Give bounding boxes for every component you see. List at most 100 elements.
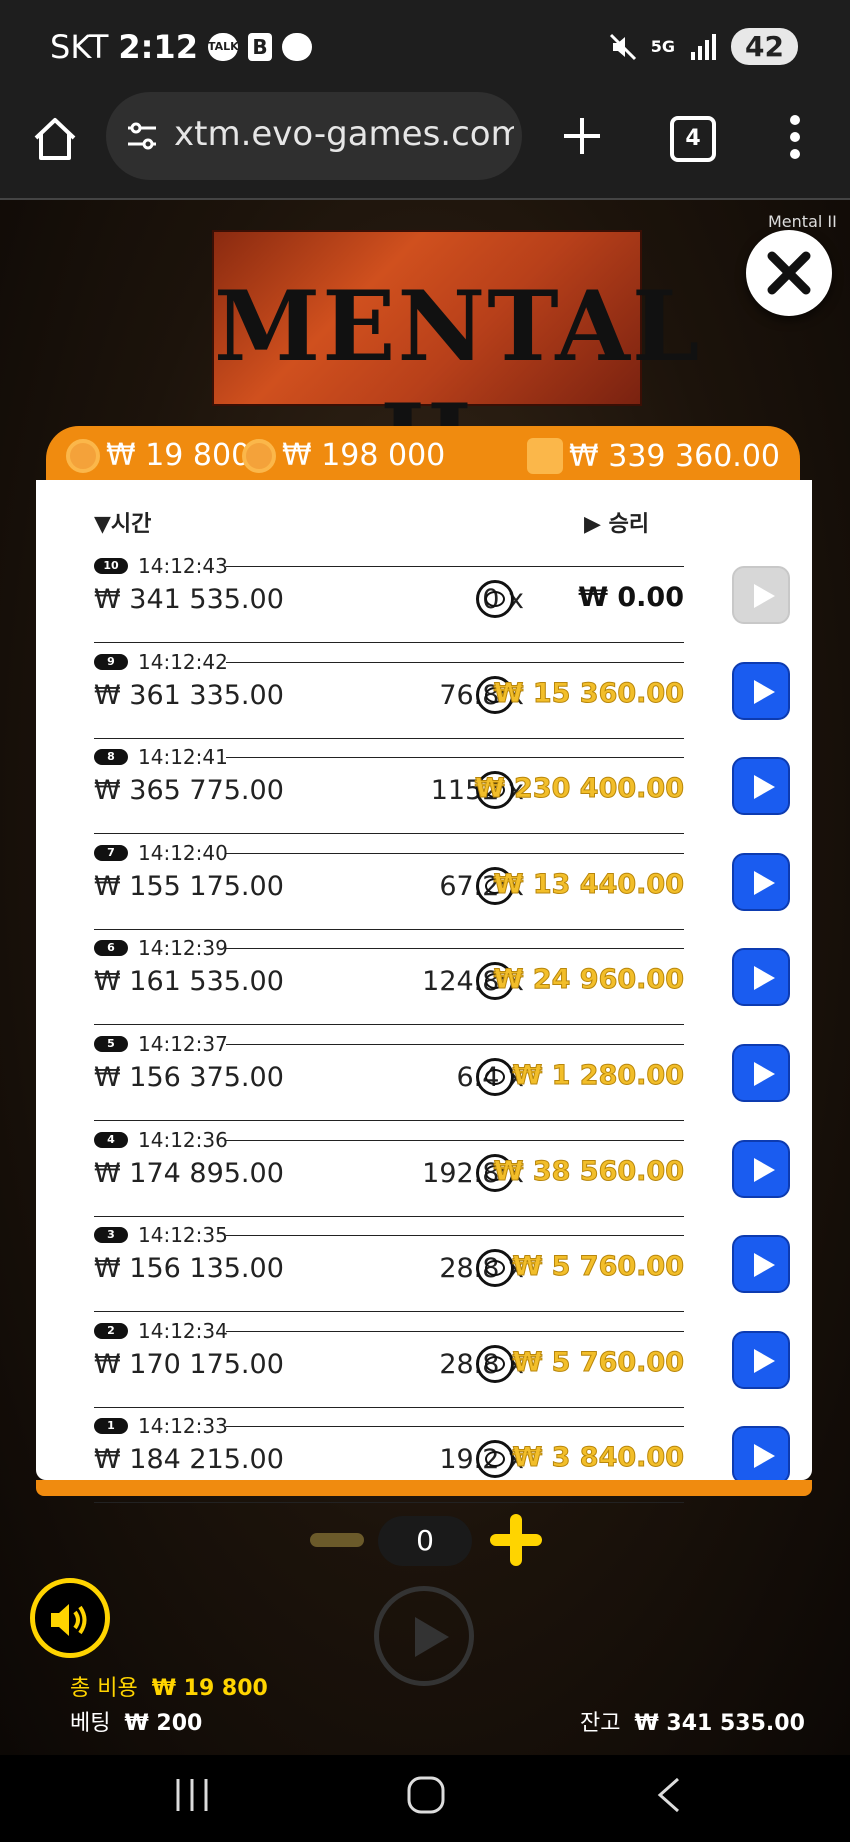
sort-time-header[interactable]: ▼시간 <box>94 506 151 538</box>
round-time: 14:12:39 <box>138 936 228 961</box>
coin-small-label: ₩ 19 800 <box>106 438 251 473</box>
round-time: 14:12:34 <box>138 1318 228 1343</box>
browser-toolbar: xtm.evo-games.com 4 <box>0 92 850 200</box>
pig-icon <box>281 33 312 61</box>
row-separator <box>94 1311 684 1313</box>
replay-button[interactable] <box>732 661 790 720</box>
replay-button[interactable] <box>732 1139 790 1198</box>
play-icon <box>754 1253 775 1278</box>
mute-icon <box>609 33 636 60</box>
row-divider <box>226 1139 684 1141</box>
replay-button[interactable] <box>732 948 790 1007</box>
chip-icon <box>476 580 514 618</box>
row-divider <box>226 1426 684 1428</box>
round-time: 14:12:41 <box>138 745 228 770</box>
round-win: ₩ 230 400.00 <box>474 773 684 805</box>
round-win: ₩ 15 360.00 <box>493 677 684 709</box>
address-bar[interactable]: xtm.evo-games.com <box>106 92 522 180</box>
row-header: 8 14:12:41 <box>94 745 684 770</box>
round-win: ₩ 24 960.00 <box>493 964 684 996</box>
history-row: 10 14:12:43 ₩ 341 535.00 0 x ₩ 0.00 <box>94 554 794 652</box>
round-balance: ₩ 156 375.00 <box>94 1062 284 1093</box>
panel-bottom-bar <box>36 1480 812 1496</box>
coin-big-value: ₩ 198 000 <box>242 438 445 473</box>
round-win: ₩ 3 840.00 <box>512 1442 685 1474</box>
replay-button[interactable] <box>732 1426 790 1485</box>
row-separator <box>94 642 684 643</box>
round-number-badge: 2 <box>94 1322 128 1339</box>
replay-button[interactable] <box>732 852 790 911</box>
row-divider <box>226 1330 684 1332</box>
round-time: 14:12:33 <box>138 1414 228 1439</box>
game-title-overlay: Mental II <box>768 212 837 231</box>
row-header: 9 14:12:42 <box>94 649 684 674</box>
site-settings-icon[interactable] <box>124 118 160 154</box>
time-column-label: 시간 <box>110 512 152 537</box>
history-row: 1 14:12:33 ₩ 184 215.00 19.2 x ₩ 3 840.00 <box>94 1414 794 1512</box>
decrease-bet-button[interactable] <box>310 1533 364 1547</box>
sort-right-icon: ▶ <box>584 512 609 537</box>
play-icon <box>754 966 775 991</box>
replay-button[interactable] <box>732 566 790 624</box>
bet-label: 베팅 <box>70 1711 111 1736</box>
spin-button[interactable] <box>374 1586 474 1686</box>
close-icon <box>767 251 811 295</box>
play-icon <box>415 1617 449 1657</box>
chip-icon <box>476 1058 514 1096</box>
replay-button[interactable] <box>732 1044 790 1102</box>
round-win: ₩ 13 440.00 <box>493 868 684 900</box>
recent-apps-icon[interactable] <box>172 1775 212 1815</box>
round-win: ₩ 1 280.00 <box>512 1060 685 1092</box>
play-icon <box>754 679 775 704</box>
row-separator <box>94 737 684 739</box>
history-row: 4 14:12:36 ₩ 174 895.00 192.8 x ₩ 38 560.00 <box>94 1127 794 1226</box>
url-text[interactable]: xtm.evo-games.com <box>174 114 514 154</box>
replay-button[interactable] <box>732 757 790 816</box>
game-logo: MENTAL II <box>212 230 699 496</box>
sound-toggle-button[interactable] <box>30 1578 110 1658</box>
round-number-badge: 9 <box>94 653 128 670</box>
close-button[interactable] <box>746 230 832 316</box>
row-header: 3 14:12:35 <box>94 1223 684 1248</box>
history-row: 7 14:12:40 ₩ 155 175.00 67.2 x ₩ 13 440.00 <box>94 840 794 939</box>
replay-button[interactable] <box>732 1235 790 1294</box>
more-menu-icon[interactable] <box>780 112 810 162</box>
win-column-label: 승리 <box>608 512 650 537</box>
row-header: 10 14:12:43 <box>94 554 684 578</box>
sort-win-header[interactable]: ▶ 승리 <box>584 506 649 538</box>
home-nav-icon[interactable] <box>406 1775 446 1815</box>
row-header: 2 14:12:34 <box>94 1318 684 1343</box>
header-balance-label: ₩ 339 360.00 <box>569 438 780 474</box>
history-row: 2 14:12:34 ₩ 170 175.00 28.8 x ₩ 5 760.00 <box>94 1318 794 1417</box>
round-time: 14:12:40 <box>138 840 228 865</box>
row-separator <box>94 1120 684 1121</box>
row-separator <box>94 928 684 930</box>
round-balance: ₩ 156 135.00 <box>94 1253 284 1285</box>
status-bar: SKT 2:12 TALK B 5G 42 <box>0 0 850 92</box>
round-time: 14:12:36 <box>138 1127 228 1152</box>
back-icon[interactable] <box>650 1775 690 1815</box>
round-number-badge: 7 <box>94 844 128 861</box>
row-divider <box>226 661 684 663</box>
network-icon: 5G <box>650 37 676 56</box>
round-win: ₩ 5 760.00 <box>512 1251 685 1283</box>
round-time: 14:12:35 <box>138 1223 228 1248</box>
row-separator <box>94 1406 684 1408</box>
play-icon <box>754 870 775 895</box>
replay-button[interactable] <box>732 1330 790 1389</box>
new-tab-icon[interactable] <box>560 114 604 158</box>
increase-bet-button[interactable] <box>488 1512 544 1568</box>
round-number-badge: 10 <box>94 558 128 574</box>
header-balance: ₩ 339 360.00 <box>527 438 780 474</box>
row-separator <box>94 1215 684 1217</box>
total-cost: 총 비용 ₩ 19 800 <box>70 1670 268 1702</box>
row-separator <box>94 1024 684 1026</box>
round-time: 14:12:42 <box>138 649 228 674</box>
round-balance: ₩ 341 535.00 <box>94 584 284 615</box>
tab-switcher-button[interactable]: 4 <box>670 116 716 162</box>
history-row: 9 14:12:42 ₩ 361 335.00 76.8 x ₩ 15 360.00 <box>94 649 794 748</box>
wallet-icon <box>527 438 564 474</box>
home-icon[interactable] <box>30 114 80 164</box>
row-header: 1 14:12:33 <box>94 1414 684 1439</box>
round-balance: ₩ 174 895.00 <box>94 1157 284 1189</box>
